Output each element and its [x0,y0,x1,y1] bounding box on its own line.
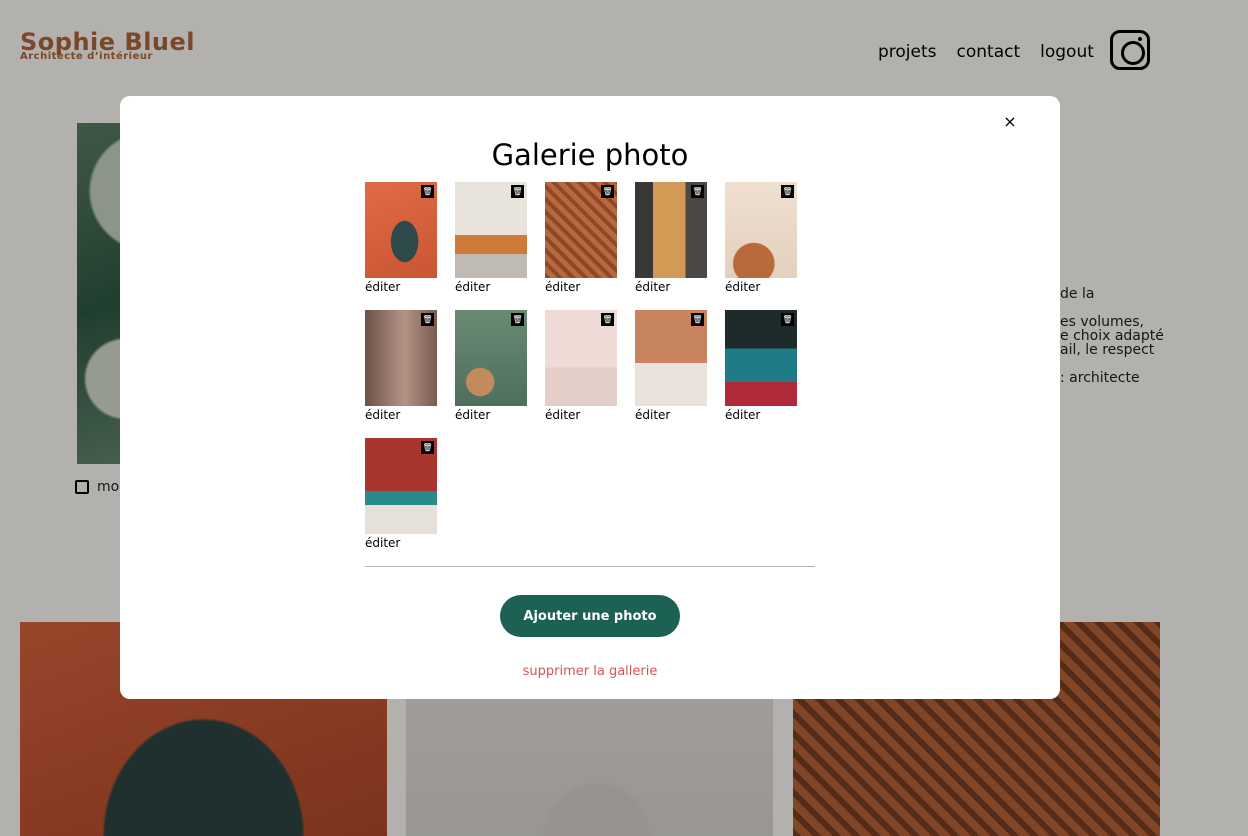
modal-divider [365,566,815,567]
thumbnail-item: 🗑 éditer [545,310,617,438]
edit-link[interactable]: éditer [365,536,400,550]
trash-icon[interactable]: 🗑 [511,185,524,198]
thumbnail-item: 🗑 éditer [545,182,617,310]
edit-link[interactable]: éditer [725,280,760,294]
thumbnail-item: 🗑 éditer [455,310,527,438]
trash-icon[interactable]: 🗑 [421,441,434,454]
trash-icon[interactable]: 🗑 [691,313,704,326]
trash-icon[interactable]: 🗑 [421,185,434,198]
thumbnail-item: 🗑 éditer [725,182,797,310]
close-icon[interactable]: × [1000,112,1020,132]
edit-link[interactable]: éditer [545,280,580,294]
edit-link[interactable]: éditer [455,408,490,422]
modal-title: Galerie photo [491,138,689,172]
add-photo-button[interactable]: Ajouter une photo [500,595,680,637]
thumbnail-item: 🗑 éditer [365,182,437,310]
thumbnail-item: 🗑 éditer [365,438,437,566]
gallery-modal: × Galerie photo 🗑 éditer 🗑 éditer 🗑 édit… [120,96,1060,699]
edit-link[interactable]: éditer [365,280,400,294]
trash-icon[interactable]: 🗑 [601,313,614,326]
edit-link[interactable]: éditer [635,280,670,294]
edit-link[interactable]: éditer [725,408,760,422]
thumbnail-item: 🗑 éditer [365,310,437,438]
trash-icon[interactable]: 🗑 [511,313,524,326]
delete-gallery-link[interactable]: supprimer la gallerie [120,664,1060,679]
trash-icon[interactable]: 🗑 [421,313,434,326]
thumbnail-item: 🗑 éditer [455,182,527,310]
thumbnail-item: 🗑 éditer [635,310,707,438]
edit-link[interactable]: éditer [455,280,490,294]
edit-link[interactable]: éditer [635,408,670,422]
trash-icon[interactable]: 🗑 [781,313,794,326]
edit-link[interactable]: éditer [545,408,580,422]
thumbnail-item: 🗑 éditer [635,182,707,310]
trash-icon[interactable]: 🗑 [691,185,704,198]
trash-icon[interactable]: 🗑 [601,185,614,198]
edit-link[interactable]: éditer [365,408,400,422]
thumbnail-grid: 🗑 éditer 🗑 éditer 🗑 éditer 🗑 éditer 🗑 éd… [365,182,815,566]
thumbnail-item: 🗑 éditer [725,310,797,438]
trash-icon[interactable]: 🗑 [781,185,794,198]
